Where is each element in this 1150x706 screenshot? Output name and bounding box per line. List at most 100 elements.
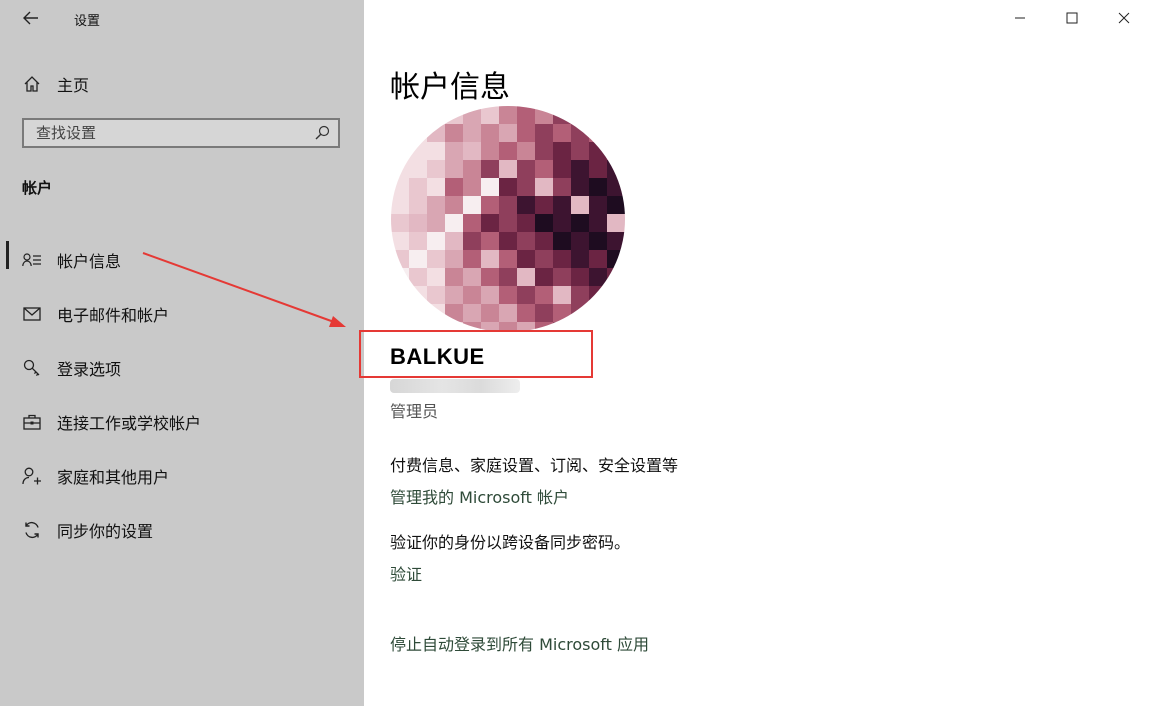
verify-link[interactable]: 验证 <box>390 561 422 585</box>
avatar-pixel <box>517 142 535 160</box>
avatar-pixel <box>589 160 607 178</box>
avatar-pixel <box>463 286 481 304</box>
avatar-pixel <box>463 106 481 124</box>
avatar-pixel <box>553 196 571 214</box>
avatar-pixel <box>607 250 625 268</box>
avatar-pixel <box>481 178 499 196</box>
sidebar: 设置 主页 帐户 帐户信息 <box>0 0 364 706</box>
search-input[interactable] <box>24 123 310 143</box>
sidebar-item-label: 登录选项 <box>57 360 122 379</box>
sidebar-item-sign-in-options[interactable]: 登录选项 <box>0 341 364 395</box>
avatar-pixel <box>589 178 607 196</box>
avatar-pixel <box>427 124 445 142</box>
avatar-pixel <box>571 268 589 286</box>
search-icon[interactable] <box>310 125 334 141</box>
avatar-pixel <box>607 106 625 124</box>
sidebar-item-work-school[interactable]: 连接工作或学校帐户 <box>0 395 364 449</box>
avatar-pixel <box>499 214 517 232</box>
avatar-pixel <box>499 178 517 196</box>
avatar-pixel <box>409 124 427 142</box>
avatar-pixel <box>463 232 481 250</box>
avatar-pixel <box>517 178 535 196</box>
avatar-pixel <box>607 124 625 142</box>
sidebar-item-label: 电子邮件和帐户 <box>57 306 170 325</box>
avatar-pixel <box>571 250 589 268</box>
avatar-pixel <box>499 286 517 304</box>
sidebar-item-sync-settings[interactable]: 同步你的设置 <box>0 503 364 557</box>
sidebar-item-family-users[interactable]: 家庭和其他用户 <box>0 449 364 503</box>
avatar-pixel <box>463 196 481 214</box>
avatar-pixel <box>391 232 409 250</box>
sidebar-item-label: 帐户信息 <box>57 252 122 271</box>
page-title: 帐户信息 <box>390 70 510 105</box>
manage-account-link[interactable]: 管理我的 Microsoft 帐户 <box>390 484 569 508</box>
avatar-pixel <box>481 304 499 322</box>
avatar-pixel <box>589 142 607 160</box>
avatar-pixel <box>571 106 589 124</box>
sync-icon <box>21 521 43 539</box>
avatar-pixel <box>535 160 553 178</box>
sidebar-item-account-info[interactable]: 帐户信息 <box>0 233 364 287</box>
avatar-pixel <box>463 160 481 178</box>
avatar-pixel <box>517 106 535 124</box>
avatar-pixel <box>391 178 409 196</box>
person-add-icon <box>21 467 43 485</box>
avatar-pixel <box>427 178 445 196</box>
stop-auto-signin-link[interactable]: 停止自动登录到所有 Microsoft 应用 <box>390 631 649 655</box>
home-icon <box>21 75 43 93</box>
avatar-pixel <box>463 214 481 232</box>
sidebar-item-home[interactable]: 主页 <box>0 66 364 102</box>
avatar-pixel <box>391 268 409 286</box>
avatar-pixel <box>571 160 589 178</box>
avatar-pixel <box>391 106 409 124</box>
avatar-pixel <box>553 160 571 178</box>
avatar-pixel <box>463 304 481 322</box>
avatar-pixel <box>571 196 589 214</box>
avatar-pixel <box>553 250 571 268</box>
avatar-pixel <box>535 124 553 142</box>
avatar-pixel <box>607 196 625 214</box>
avatar-pixel <box>517 286 535 304</box>
avatar-pixel <box>409 304 427 322</box>
user-info-icon <box>21 252 43 268</box>
avatar-pixel <box>391 160 409 178</box>
avatar-pixel <box>607 268 625 286</box>
avatar-pixel <box>445 106 463 124</box>
avatar-pixel <box>553 214 571 232</box>
avatar-pixel <box>445 160 463 178</box>
avatar-pixel <box>535 142 553 160</box>
avatar-pixel <box>571 286 589 304</box>
avatar-pixel <box>517 196 535 214</box>
avatar-pixel <box>535 196 553 214</box>
avatar-pixel <box>589 250 607 268</box>
avatar-pixel <box>409 142 427 160</box>
user-role: 管理员 <box>390 402 439 421</box>
avatar-pixel <box>391 124 409 142</box>
avatar-pixel <box>589 304 607 322</box>
avatar-pixel <box>409 106 427 124</box>
avatar-pixel <box>607 322 625 332</box>
sidebar-nav: 帐户信息 电子邮件和帐户 登录选项 连接工作或学校帐户 家庭和其他用户 同步你的… <box>0 233 364 557</box>
avatar-pixel <box>481 286 499 304</box>
verify-identity-text: 验证你的身份以跨设备同步密码。 <box>390 533 631 552</box>
avatar-pixel <box>535 106 553 124</box>
avatar-pixel <box>391 196 409 214</box>
avatar-pixel <box>535 268 553 286</box>
avatar-pixel <box>409 178 427 196</box>
avatar-pixel <box>463 142 481 160</box>
avatar-pixel <box>553 124 571 142</box>
avatar-pixel <box>535 178 553 196</box>
avatar-pixel <box>517 214 535 232</box>
avatar-pixel <box>481 142 499 160</box>
avatar-pixel <box>499 196 517 214</box>
avatar-pixel <box>481 268 499 286</box>
avatar-pixel <box>409 268 427 286</box>
back-button[interactable] <box>14 6 48 30</box>
avatar-pixel <box>589 286 607 304</box>
avatar-pixel <box>589 214 607 232</box>
avatar-pixel <box>517 250 535 268</box>
avatar-pixel <box>409 214 427 232</box>
sidebar-item-email-accounts[interactable]: 电子邮件和帐户 <box>0 287 364 341</box>
search-field[interactable] <box>22 118 340 148</box>
avatar-pixel <box>553 142 571 160</box>
